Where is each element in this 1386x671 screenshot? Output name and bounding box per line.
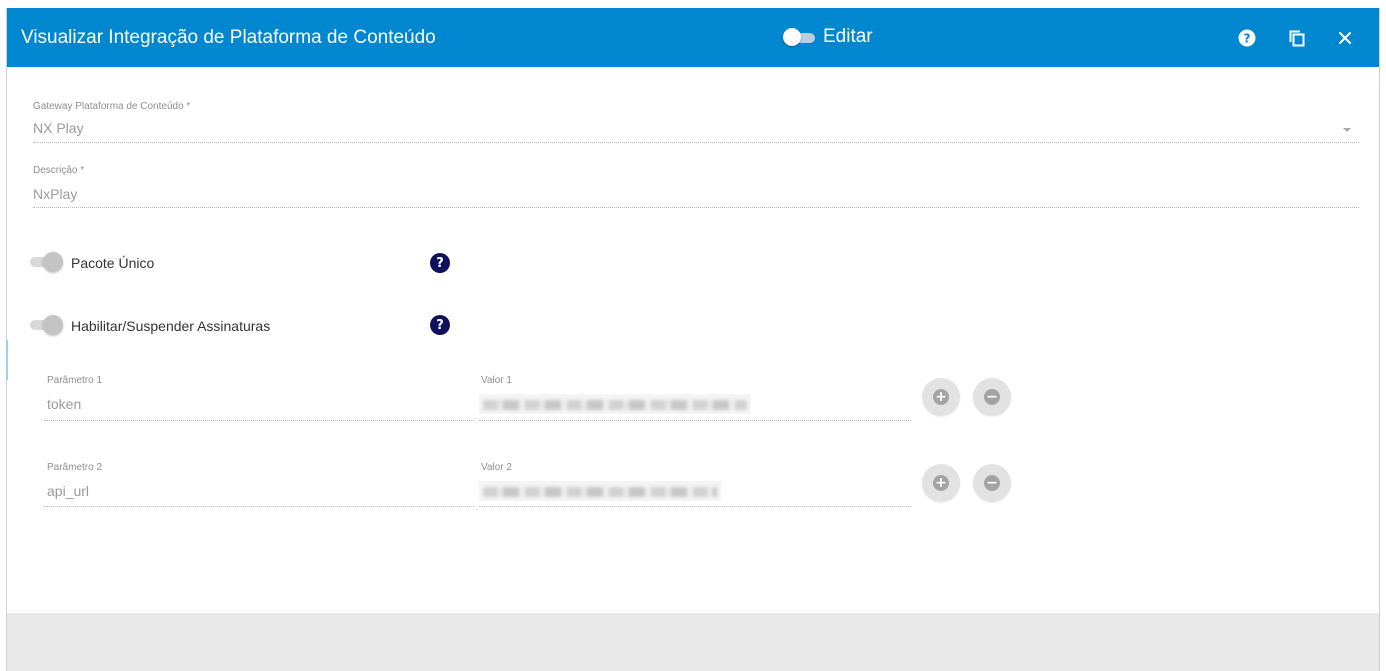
gateway-label: Gateway Plataforma de Conteúdo * — [33, 101, 191, 112]
habilitar-suspender-knob — [43, 315, 63, 335]
valor-2-redacted — [483, 487, 717, 497]
remove-param-1-button[interactable]: − — [973, 378, 1011, 416]
valor-2-underline — [479, 506, 911, 507]
param-1-label: Parâmetro 1 — [47, 375, 103, 386]
pacote-unico-toggle[interactable] — [30, 252, 66, 272]
descricao-field[interactable]: NxPlay — [33, 186, 77, 202]
gateway-select[interactable]: NX Play — [33, 120, 84, 136]
param-2-field[interactable]: api_url — [47, 483, 89, 499]
descricao-label: Descrição * — [33, 165, 85, 176]
dialog-title: Visualizar Integração de Plataforma de C… — [21, 27, 436, 48]
add-param-1-button[interactable]: + — [922, 378, 960, 416]
pacote-unico-label: Pacote Único — [71, 255, 155, 271]
plus-circle-icon: + — [933, 389, 949, 405]
pacote-unico-help-icon[interactable]: ? — [430, 253, 450, 273]
pacote-unico-knob — [43, 252, 63, 272]
chevron-down-icon[interactable] — [1343, 128, 1351, 132]
habilitar-suspender-help-icon[interactable]: ? — [430, 315, 450, 335]
valor-1-label: Valor 1 — [481, 375, 512, 386]
param-1-field[interactable]: token — [47, 396, 81, 412]
gateway-underline — [33, 142, 1359, 143]
habilitar-suspender-label: Habilitar/Suspender Assinaturas — [71, 318, 271, 334]
edit-toggle-group[interactable]: Editar — [783, 26, 873, 48]
remove-param-2-button[interactable]: − — [973, 464, 1011, 502]
scroll-accent — [6, 340, 8, 380]
edit-toggle[interactable] — [783, 26, 817, 48]
copy-icon[interactable] — [1287, 28, 1307, 48]
dialog-footer — [7, 613, 1379, 671]
close-icon[interactable] — [1335, 28, 1355, 48]
minus-circle-icon: − — [984, 475, 1000, 491]
param-1-underline — [44, 420, 474, 421]
param-2-label: Parâmetro 2 — [47, 462, 103, 473]
dialog: Visualizar Integração de Plataforma de C… — [0, 0, 1386, 671]
valor-1-redacted — [483, 400, 747, 410]
add-param-2-button[interactable]: + — [922, 464, 960, 502]
plus-circle-icon: + — [933, 475, 949, 491]
svg-text:?: ? — [1244, 32, 1251, 46]
minus-circle-icon: − — [984, 389, 1000, 405]
edit-label: Editar — [823, 26, 873, 47]
dialog-header: Visualizar Integração de Plataforma de C… — [7, 8, 1379, 67]
help-icon[interactable]: ? — [1237, 28, 1257, 48]
valor-2-label: Valor 2 — [481, 462, 512, 473]
habilitar-suspender-toggle[interactable] — [30, 315, 66, 335]
dialog-right-border — [1379, 8, 1380, 671]
valor-1-underline — [479, 420, 911, 421]
descricao-underline — [33, 207, 1359, 208]
edit-toggle-knob — [783, 28, 801, 46]
param-2-underline — [44, 506, 474, 507]
